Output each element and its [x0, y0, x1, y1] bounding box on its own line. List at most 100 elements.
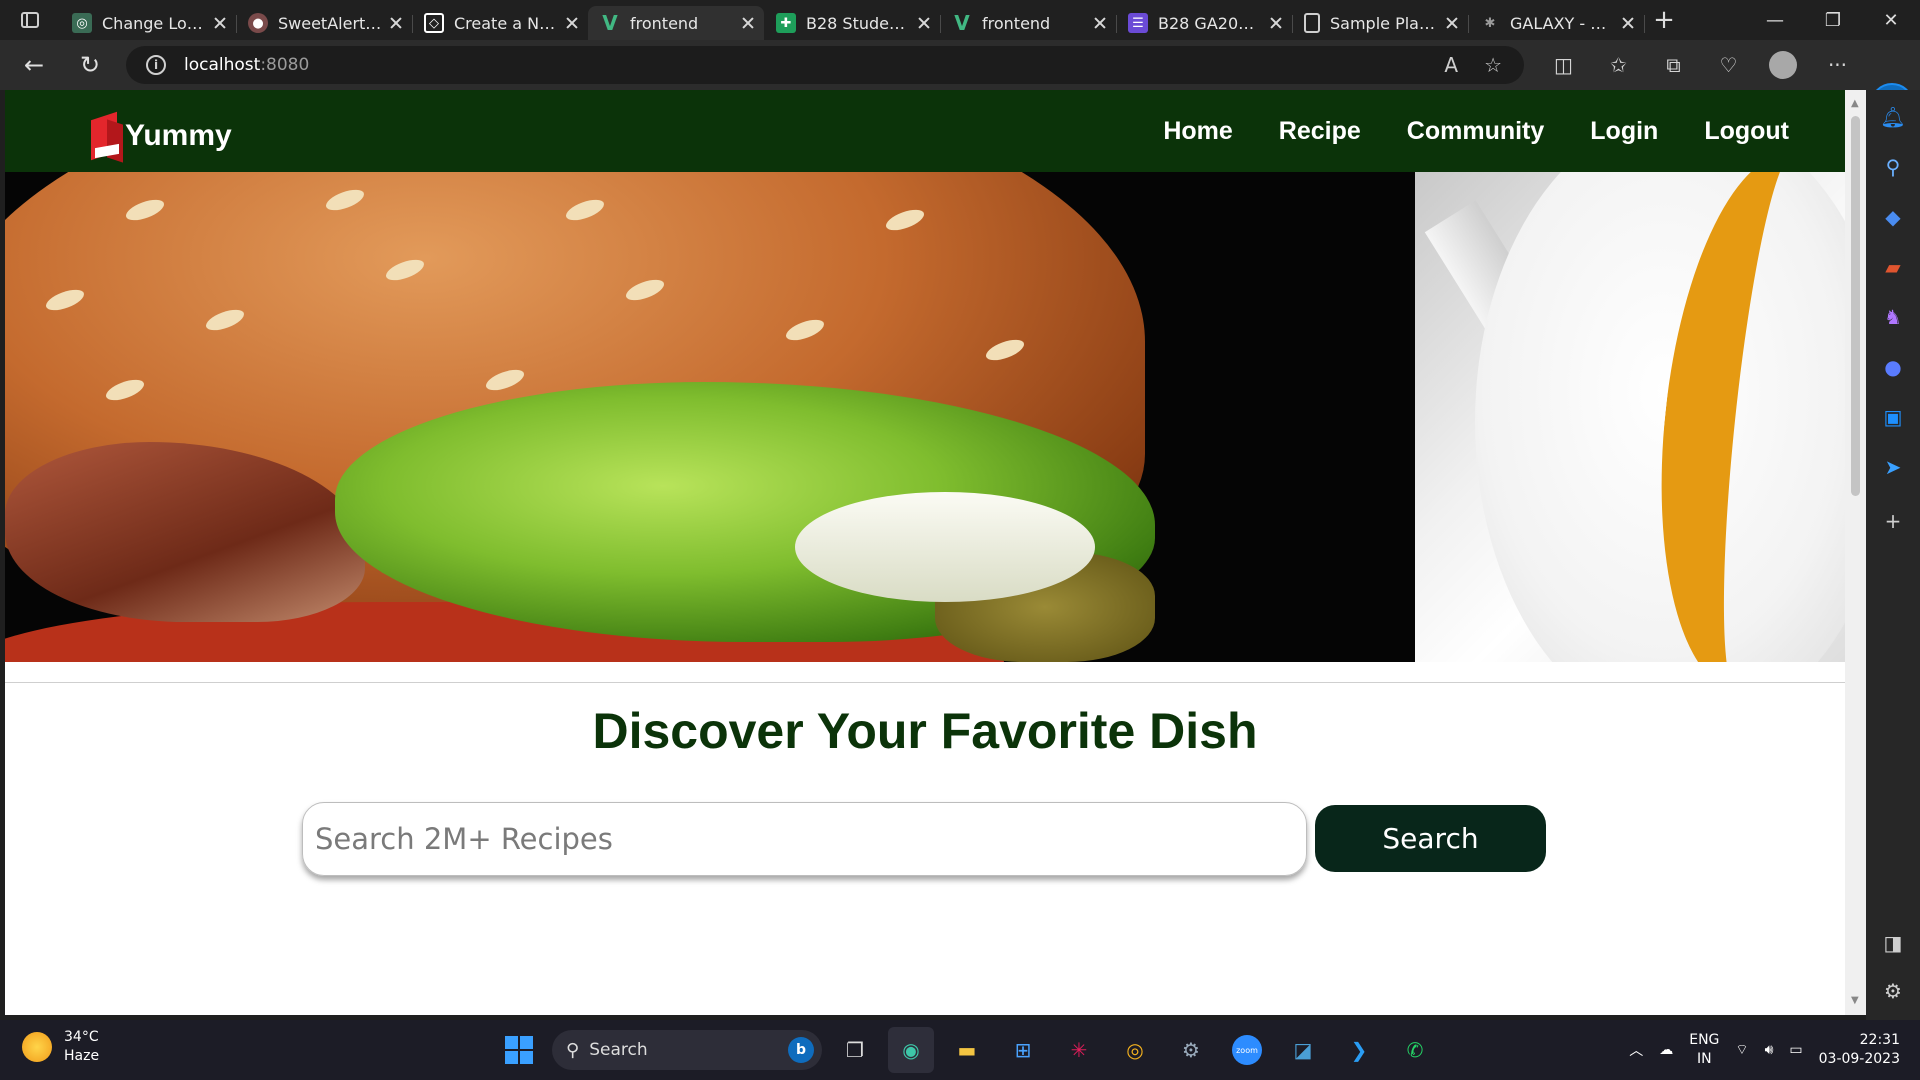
scroll-up-icon[interactable]: ▲	[1851, 98, 1859, 109]
notifications-icon[interactable]: 🔔︎	[1866, 92, 1920, 142]
whatsapp-icon[interactable]: ✆	[1392, 1027, 1438, 1073]
volume-icon[interactable]: 🔊︎	[1765, 1042, 1774, 1058]
settings-icon[interactable]: ⚙	[1168, 1027, 1214, 1073]
url-text[interactable]: localhost:8080	[184, 55, 309, 75]
nav-login[interactable]: Login	[1590, 117, 1658, 146]
taskbar-search[interactable]: ⚲ Search b	[552, 1030, 822, 1070]
read-aloud-icon[interactable]: A	[1444, 53, 1458, 77]
tab-actions-icon[interactable]	[0, 0, 60, 40]
haze-weather-icon	[22, 1032, 52, 1062]
recipe-search-box[interactable]	[302, 802, 1307, 876]
clock[interactable]: 22:31 03-09-2023	[1819, 1031, 1900, 1069]
browser-tab[interactable]: ✚ B28 Student Le	[764, 6, 941, 40]
close-tab-icon[interactable]	[388, 15, 404, 31]
system-tray: ︿ ☁ ENG IN ⌔ 🔊︎ ▭ 22:31 03-09-2023	[1629, 1020, 1900, 1080]
search-button[interactable]: Search	[1315, 805, 1546, 872]
time: 22:31	[1859, 1032, 1900, 1048]
browser-tab[interactable]: ◇ Create a New I	[412, 6, 588, 40]
back-icon[interactable]: ←	[8, 45, 60, 85]
start-button[interactable]	[496, 1027, 542, 1073]
address-bar[interactable]: i localhost:8080 A ☆	[126, 46, 1524, 84]
scrollbar-thumb[interactable]	[1851, 116, 1860, 496]
chatgpt-icon: ◎	[72, 13, 92, 33]
tab-title: Change Logout	[102, 13, 206, 33]
close-tab-icon[interactable]	[212, 15, 228, 31]
browser-tab[interactable]: V frontend	[940, 6, 1117, 40]
close-tab-icon[interactable]	[916, 15, 932, 31]
microsoft-store-icon[interactable]: ⊞	[1000, 1027, 1046, 1073]
book-logo-icon	[85, 110, 127, 163]
new-tab-button[interactable]: +	[1644, 3, 1684, 37]
file-explorer-icon[interactable]: ▬	[944, 1027, 990, 1073]
browser-tab[interactable]: ✱ GALAXY - Reci	[1468, 6, 1645, 40]
page-scrollbar[interactable]: ▲ ▼	[1845, 90, 1866, 1015]
add-sidebar-icon[interactable]: +	[1866, 496, 1920, 546]
games-icon[interactable]: ♞	[1866, 292, 1920, 342]
close-window-icon[interactable]: ✕	[1862, 0, 1920, 40]
browser-tab[interactable]: ● SweetAlert2 - a	[236, 6, 413, 40]
search-icon[interactable]: ⚲	[1866, 142, 1920, 192]
collections-icon[interactable]: ⧉	[1646, 45, 1701, 85]
close-tab-icon[interactable]	[1444, 15, 1460, 31]
battery-icon[interactable]: ▭	[1789, 1042, 1802, 1058]
hide-sidebar-icon[interactable]: ◨	[1866, 918, 1920, 968]
profile-avatar[interactable]	[1769, 51, 1797, 79]
wifi-icon[interactable]: ⌔	[1735, 1041, 1748, 1059]
zoom-icon[interactable]: zoom	[1224, 1027, 1270, 1073]
sidebar-settings-icon[interactable]: ⚙	[1866, 966, 1920, 1016]
slack-icon[interactable]: ✳	[1056, 1027, 1102, 1073]
site-info-icon[interactable]: i	[146, 55, 166, 75]
scroll-down-icon[interactable]: ▼	[1851, 995, 1859, 1006]
browser-tab[interactable]: ◎ Change Logout	[60, 6, 237, 40]
split-screen-icon[interactable]: ◫	[1536, 45, 1591, 85]
language-indicator[interactable]: ENG IN	[1689, 1031, 1719, 1069]
more-menu-icon[interactable]: ···	[1810, 45, 1865, 85]
restore-icon[interactable]: ❐	[1804, 0, 1862, 40]
site-navbar: Yummy Home Recipe Community Login Logout	[5, 90, 1845, 172]
window-controls: — ❐ ✕	[1746, 0, 1920, 40]
brand-name: Yummy	[125, 119, 232, 152]
nav-home[interactable]: Home	[1163, 117, 1232, 146]
minimize-icon[interactable]: —	[1746, 0, 1804, 40]
onedrive-cloud-icon[interactable]: ☁	[1659, 1042, 1673, 1058]
vscode-icon[interactable]: ❯	[1336, 1027, 1382, 1073]
search-icon: ⚲	[566, 1039, 580, 1061]
shopping-icon[interactable]: ◆	[1866, 192, 1920, 242]
browser-tab-active[interactable]: V frontend	[588, 6, 764, 40]
favorite-star-icon[interactable]: ☆	[1484, 53, 1502, 77]
recipe-search-input[interactable]	[315, 822, 1275, 856]
refresh-icon[interactable]: ↻	[64, 45, 116, 85]
favorites-icon[interactable]: ✩	[1591, 45, 1646, 85]
drop-icon[interactable]: ➤	[1866, 442, 1920, 492]
microsoft365-icon[interactable]: ●	[1866, 342, 1920, 392]
edge-icon[interactable]: ◉	[888, 1027, 934, 1073]
browser-tab[interactable]: Sample Plannin	[1292, 6, 1469, 40]
close-tab-icon[interactable]	[1620, 15, 1636, 31]
nav-community[interactable]: Community	[1407, 117, 1545, 146]
mysql-workbench-icon[interactable]: ◪	[1280, 1027, 1326, 1073]
tab-title: frontend	[982, 13, 1051, 33]
close-tab-icon[interactable]	[740, 15, 756, 31]
browser-tab[interactable]: ☰ B28 GA201 Fin	[1116, 6, 1293, 40]
site-logo[interactable]: Yummy	[85, 110, 232, 163]
bing-icon: b	[788, 1037, 814, 1063]
galaxy-icon: ✱	[1484, 15, 1496, 31]
sheets-icon: ✚	[776, 13, 796, 33]
tab-title: Create a New I	[454, 13, 558, 33]
tools-icon[interactable]: ▰	[1866, 242, 1920, 292]
burger-image	[5, 172, 1415, 662]
outlook-icon[interactable]: ▣	[1866, 392, 1920, 442]
close-tab-icon[interactable]	[1092, 15, 1108, 31]
weather-widget[interactable]: 34°C Haze	[22, 1028, 99, 1066]
nav-logout[interactable]: Logout	[1704, 117, 1789, 146]
show-hidden-icons-icon[interactable]: ︿	[1629, 1040, 1643, 1060]
task-view-icon[interactable]: ❐	[832, 1027, 878, 1073]
region-code: IN	[1697, 1051, 1712, 1067]
browser-essentials-icon[interactable]: ♡	[1701, 45, 1756, 85]
close-tab-icon[interactable]	[1268, 15, 1284, 31]
edge-sidebar: 🔔︎ ⚲ ◆ ▰ ♞ ● ▣ ➤ + ◨ ⚙	[1866, 90, 1920, 1020]
chrome-icon[interactable]: ◎	[1112, 1027, 1158, 1073]
vue-icon: V	[954, 11, 970, 35]
nav-recipe[interactable]: Recipe	[1279, 117, 1361, 146]
close-tab-icon[interactable]	[564, 15, 580, 31]
